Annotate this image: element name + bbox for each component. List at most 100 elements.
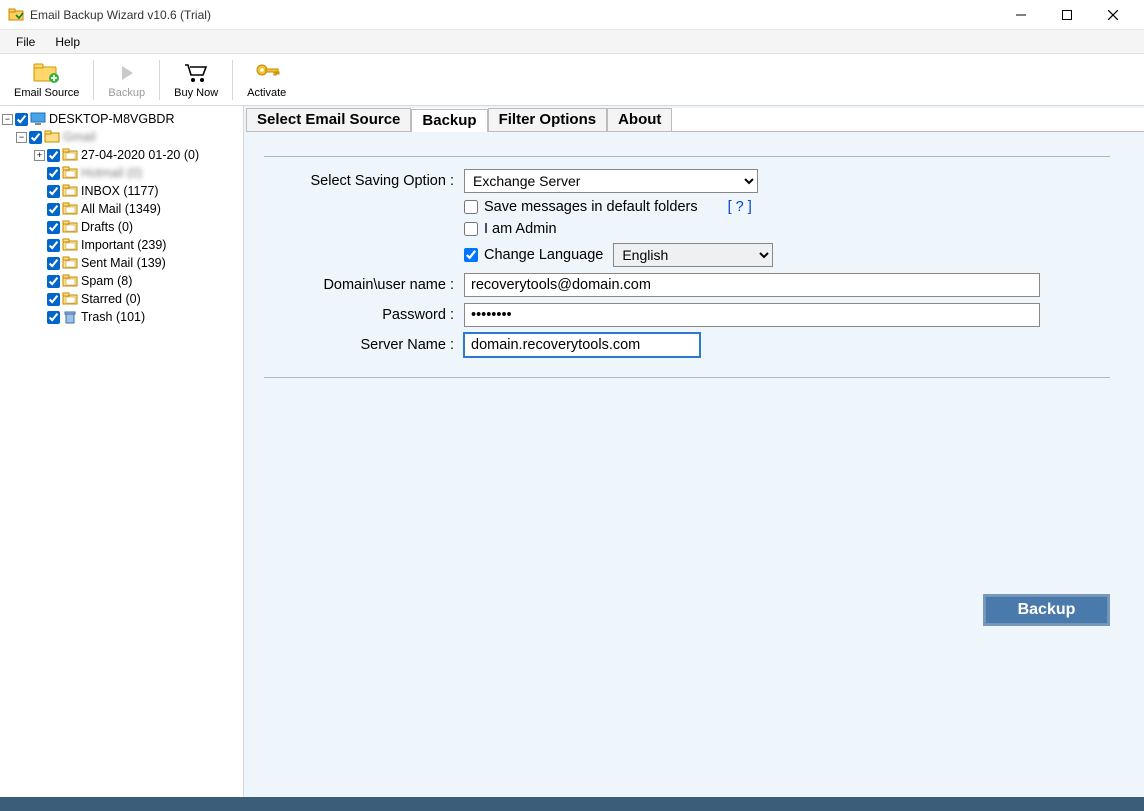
folder-icon (62, 292, 78, 306)
cart-icon (183, 61, 209, 85)
tree-checkbox[interactable] (47, 185, 60, 198)
tree-item-label: INBOX (1177) (81, 184, 159, 198)
folder-icon (62, 220, 78, 234)
checkbox-label: I am Admin (484, 221, 557, 237)
help-link[interactable]: [ ? ] (728, 199, 752, 215)
language-select[interactable]: English (613, 243, 773, 267)
maximize-button[interactable] (1044, 0, 1090, 30)
app-icon (8, 7, 24, 23)
expander-spacer (34, 294, 45, 305)
expander-icon[interactable]: − (2, 114, 13, 125)
tree-item[interactable]: Spam (8) (2, 272, 241, 290)
folder-icon (62, 238, 78, 252)
server-name-input[interactable] (464, 333, 700, 357)
close-button[interactable] (1090, 0, 1136, 30)
domain-user-label: Domain\user name : (264, 277, 464, 293)
expander-icon[interactable]: + (34, 150, 45, 161)
toolbar-label: Activate (247, 87, 286, 99)
tree-item[interactable]: All Mail (1349) (2, 200, 241, 218)
backup-tab-body: Select Saving Option : Exchange Server S… (244, 132, 1144, 797)
password-input[interactable] (464, 303, 1040, 327)
tree-item-label: Important (239) (81, 238, 166, 252)
tab-about[interactable]: About (607, 108, 672, 131)
tree-item[interactable]: Trash (101) (2, 308, 241, 326)
tree-item[interactable]: Drafts (0) (2, 218, 241, 236)
expander-spacer (34, 240, 45, 251)
tree-checkbox[interactable] (47, 221, 60, 234)
toolbar-backup[interactable]: Backup (100, 59, 153, 101)
backup-form: Select Saving Option : Exchange Server S… (264, 156, 1110, 378)
tree-item[interactable]: Sent Mail (139) (2, 254, 241, 272)
tree-checkbox[interactable] (47, 257, 60, 270)
tree-account-label: Gmail (63, 130, 96, 144)
play-icon (117, 61, 137, 85)
folder-icon (62, 274, 78, 288)
i-am-admin-checkbox[interactable]: I am Admin (464, 221, 557, 237)
minimize-button[interactable] (998, 0, 1044, 30)
tree-checkbox[interactable] (15, 113, 28, 126)
saving-option-label: Select Saving Option : (264, 173, 464, 189)
menu-file[interactable]: File (6, 33, 45, 51)
checkbox-label: Change Language (484, 247, 603, 263)
tree-checkbox[interactable] (47, 203, 60, 216)
tree-checkbox[interactable] (47, 293, 60, 306)
folder-icon (62, 166, 78, 180)
toolbar-activate[interactable]: Activate (239, 59, 294, 101)
menu-help[interactable]: Help (45, 33, 90, 51)
change-language-checkbox[interactable]: Change Language (464, 247, 603, 263)
tab-backup[interactable]: Backup (411, 109, 487, 132)
checkbox-label: Save messages in default folders (484, 199, 698, 215)
folder-plus-icon (33, 61, 61, 85)
saving-option-select[interactable]: Exchange Server (464, 169, 758, 193)
folder-icon (62, 256, 78, 270)
tree-item[interactable]: INBOX (1177) (2, 182, 241, 200)
tree-item[interactable]: Hotmail (0) (2, 164, 241, 182)
backup-button[interactable]: Backup (983, 594, 1110, 626)
tree-item-label: Drafts (0) (81, 220, 133, 234)
folder-icon (62, 202, 78, 216)
tab-strip: Select Email Source Backup Filter Option… (246, 108, 1144, 132)
password-label: Password : (264, 307, 464, 323)
folder-tree[interactable]: − DESKTOP-M8VGBDR − Gmail +27-04-2020 01… (0, 106, 244, 797)
tree-checkbox[interactable] (29, 131, 42, 144)
expander-spacer (34, 204, 45, 215)
tree-item[interactable]: Important (239) (2, 236, 241, 254)
toolbar-label: Email Source (14, 87, 79, 99)
tree-item[interactable]: +27-04-2020 01-20 (0) (2, 146, 241, 164)
expander-spacer (34, 258, 45, 269)
tree-checkbox[interactable] (47, 149, 60, 162)
tree-item[interactable]: Starred (0) (2, 290, 241, 308)
folder-icon (62, 184, 78, 198)
button-label: Backup (1018, 601, 1076, 619)
separator (232, 60, 233, 100)
tab-filter-options[interactable]: Filter Options (488, 108, 608, 131)
expander-spacer (34, 186, 45, 197)
tree-item-label: Spam (8) (81, 274, 132, 288)
menubar: File Help (0, 30, 1144, 54)
statusbar (0, 797, 1144, 811)
tree-item-label: Hotmail (0) (81, 166, 142, 180)
tree-checkbox[interactable] (47, 311, 60, 324)
expander-icon[interactable]: − (16, 132, 27, 143)
separator (93, 60, 94, 100)
toolbar-email-source[interactable]: Email Source (6, 59, 87, 101)
folder-icon (62, 310, 78, 324)
account-icon (44, 130, 60, 144)
separator (159, 60, 160, 100)
expander-spacer (34, 222, 45, 233)
key-icon (254, 61, 280, 85)
tree-checkbox[interactable] (47, 167, 60, 180)
tree-checkbox[interactable] (47, 239, 60, 252)
window-title: Email Backup Wizard v10.6 (Trial) (30, 8, 998, 22)
save-default-folders-checkbox[interactable]: Save messages in default folders (464, 199, 698, 215)
domain-user-input[interactable] (464, 273, 1040, 297)
tree-checkbox[interactable] (47, 275, 60, 288)
right-panel: Select Email Source Backup Filter Option… (244, 106, 1144, 797)
titlebar: Email Backup Wizard v10.6 (Trial) (0, 0, 1144, 30)
expander-spacer (34, 312, 45, 323)
tab-select-email-source[interactable]: Select Email Source (246, 108, 411, 131)
folder-icon (62, 148, 78, 162)
toolbar-buy-now[interactable]: Buy Now (166, 59, 226, 101)
tree-item-label: 27-04-2020 01-20 (0) (81, 148, 199, 162)
toolbar: Email Source Backup Buy Now Activate (0, 54, 1144, 106)
